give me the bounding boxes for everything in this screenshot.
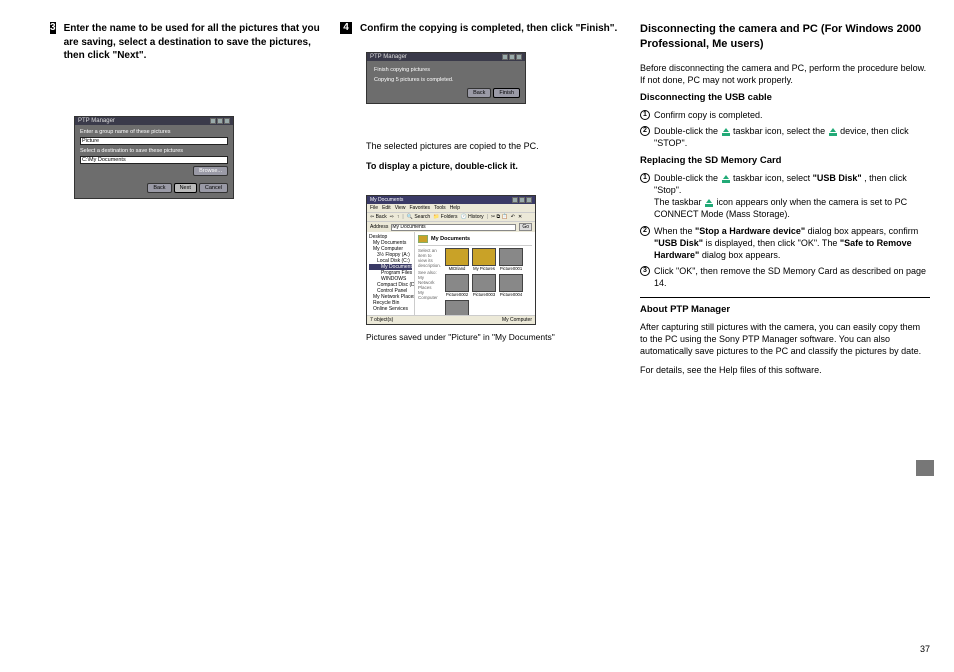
toolbar-up-icon[interactable]: ↑ — [397, 214, 400, 220]
right-title: Disconnecting the camera and PC (For Win… — [640, 22, 930, 52]
group-name-label: Enter a group name of these pictures — [80, 129, 228, 135]
thumb-picture[interactable]: Picture0003 — [472, 274, 496, 297]
enum-1-icon: 1 — [640, 110, 650, 120]
page-number: 37 — [920, 644, 930, 654]
eject-hardware-icon — [721, 127, 731, 137]
dialog-title: PTP Manager — [78, 118, 115, 124]
menu-favorites[interactable]: Favorites — [409, 205, 430, 211]
enum-2-icon: 2 — [640, 226, 650, 236]
minimize-icon[interactable] — [210, 118, 216, 124]
explorer-toolbar: ⇦ Back ⇨ ↑ | 🔍 Search 📁 Folders 🕑 Histor… — [367, 212, 535, 221]
close-icon[interactable] — [516, 54, 522, 60]
back-button[interactable]: Back — [147, 183, 171, 193]
replace-step-1: Double-click the taskbar icon, select "U… — [654, 172, 930, 221]
toolbar-history-icon[interactable]: 🕑 History — [460, 214, 483, 220]
toolbar-back-icon[interactable]: ⇦ Back — [370, 214, 387, 220]
maximize-icon[interactable] — [509, 54, 515, 60]
status-objects: 7 object(s) — [370, 317, 393, 323]
menu-help[interactable]: Help — [450, 205, 460, 211]
sub-ptp: About PTP Manager — [640, 304, 930, 317]
menu-edit[interactable]: Edit — [382, 205, 391, 211]
dialog2-titlebar: PTP Manager — [367, 53, 525, 61]
enum-2-icon: 2 — [640, 126, 650, 136]
toolbar-delete-icon[interactable]: ✕ — [518, 214, 522, 220]
explorer-caption: Pictures saved under "Picture" in "My Do… — [366, 332, 566, 343]
dialog-titlebar: PTP Manager — [75, 117, 233, 125]
address-label: Address — [370, 224, 388, 230]
tree-node[interactable]: Online Services — [369, 306, 412, 312]
finish-button[interactable]: Finish — [493, 88, 520, 98]
explorer-window: My Documents File Edit View Favorites To… — [366, 195, 536, 325]
content-desc-4[interactable]: My Computer — [418, 290, 441, 300]
toolbar-folders-icon[interactable]: 📁 Folders — [433, 214, 457, 220]
toolbar-forward-icon[interactable]: ⇨ — [390, 214, 394, 220]
thumb-picture[interactable]: Picture0004 — [499, 274, 523, 297]
replace-step-3: Click "OK", then remove the SD Memory Ca… — [654, 265, 930, 289]
go-button[interactable]: Go — [519, 223, 532, 231]
sub-replace: Replacing the SD Memory Card — [640, 155, 930, 168]
toolbar-undo-icon[interactable]: ↶ — [511, 214, 515, 220]
content-desc-1: Select an item to view its description. — [418, 248, 441, 268]
step-4-badge: 4 — [340, 22, 352, 34]
close-icon[interactable] — [526, 197, 532, 203]
page-tab-marker — [916, 460, 934, 476]
next-button[interactable]: Next — [174, 183, 197, 193]
thumb-picture[interactable]: Picture0001 — [499, 248, 523, 271]
browse-button[interactable]: Browse... — [193, 166, 228, 176]
sub-usb: Disconnecting the USB cable — [640, 92, 930, 105]
eject-hardware-icon — [828, 127, 838, 137]
enum-3-icon: 3 — [640, 266, 650, 276]
step-4-text: Confirm the copying is completed, then c… — [360, 22, 617, 36]
back-button-2[interactable]: Back — [467, 88, 491, 98]
divider — [640, 297, 930, 298]
destination-label: Select a destination to save these pictu… — [80, 148, 228, 154]
ptp-dialog-finish: PTP Manager Finish copying pictures Copy… — [366, 52, 526, 104]
right-intro: Before disconnecting the camera and PC, … — [640, 62, 930, 86]
close-icon[interactable] — [224, 118, 230, 124]
thumb-folder[interactable]: MIDIland — [445, 248, 469, 271]
content-desc-3[interactable]: My Network Places — [418, 275, 441, 290]
explorer-menubar: File Edit View Favorites Tools Help — [367, 204, 535, 212]
menu-view[interactable]: View — [395, 205, 406, 211]
destination-input[interactable] — [80, 156, 228, 164]
minimize-icon[interactable] — [502, 54, 508, 60]
dialog2-title: PTP Manager — [370, 54, 407, 60]
ptp-dialog-naming: PTP Manager Enter a group name of these … — [74, 116, 234, 199]
content-folder-name: My Documents — [431, 236, 470, 242]
usb-step-2: Double-click the taskbar icon, select th… — [654, 125, 930, 149]
step-3-text: Enter the name to be used for all the pi… — [64, 22, 330, 63]
mid-note-1: The selected pictures are copied to the … — [366, 140, 566, 152]
folder-tree[interactable]: Desktop My Documents My Computer 3½ Flop… — [367, 232, 415, 315]
replace-step-2: When the "Stop a Hardware device" dialog… — [654, 225, 930, 261]
maximize-icon[interactable] — [217, 118, 223, 124]
cancel-button[interactable]: Cancel — [199, 183, 228, 193]
finish-header: Finish copying pictures — [374, 67, 518, 73]
enum-1-icon: 1 — [640, 173, 650, 183]
step-3-badge: 3 — [50, 22, 56, 34]
menu-file[interactable]: File — [370, 205, 378, 211]
usb-step-1: Confirm copy is completed. — [654, 109, 930, 121]
toolbar-edit-icons[interactable]: ✂ ⧉ 📋 — [491, 214, 508, 220]
mid-note-2: To display a picture, double-click it. — [366, 160, 566, 172]
eject-hardware-icon — [721, 174, 731, 184]
thumb-folder[interactable]: My Pictures — [472, 248, 496, 271]
toolbar-search-icon[interactable]: 🔍 Search — [407, 214, 430, 220]
group-name-input[interactable] — [80, 137, 228, 145]
status-location: My Computer — [502, 317, 532, 323]
folder-icon — [418, 235, 428, 243]
minimize-icon[interactable] — [512, 197, 518, 203]
menu-tools[interactable]: Tools — [434, 205, 446, 211]
ptp-text: After capturing still pictures with the … — [640, 321, 930, 357]
eject-hardware-icon — [704, 198, 714, 208]
ptp-footnote: For details, see the Help files of this … — [640, 364, 930, 376]
address-input[interactable] — [391, 224, 516, 231]
thumb-picture[interactable]: Picture0002 — [445, 274, 469, 297]
maximize-icon[interactable] — [519, 197, 525, 203]
explorer-title: My Documents — [370, 197, 403, 203]
finish-msg: Copying 5 pictures is completed. — [374, 77, 518, 83]
